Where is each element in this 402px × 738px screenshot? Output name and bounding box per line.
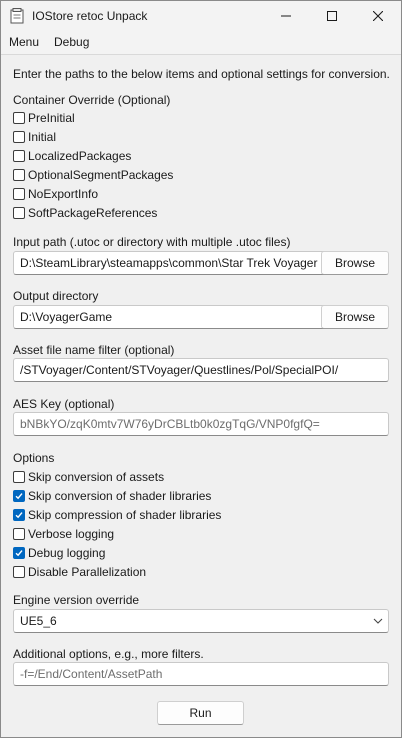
input-path-label: Input path (.utoc or directory with mult… [13,235,291,249]
checkbox-verbose-logging[interactable]: Verbose logging [13,526,114,542]
chevron-down-icon [373,618,383,624]
checkbox-box[interactable] [13,150,25,162]
checkbox-label: SoftPackageReferences [28,206,158,220]
checkbox-box[interactable] [13,490,25,502]
checkmark-icon [15,550,23,557]
maximize-button[interactable] [309,1,355,31]
checkbox-box[interactable] [13,547,25,559]
asset-filter-value: /STVoyager/Content/STVoyager/Questlines/… [20,363,339,377]
checkmark-icon [15,512,23,519]
input-path-value: D:\SteamLibrary\steamapps\common\Star Tr… [20,256,325,270]
checkbox-label: Verbose logging [28,527,115,541]
checkbox-skip-compression-shaders[interactable]: Skip compression of shader libraries [13,507,221,523]
checkbox-label: Skip conversion of assets [28,470,165,484]
main-panel: Enter the paths to the below items and o… [1,54,401,737]
output-dir-value: D:\VoyagerGame [20,310,113,324]
engine-version-label: Engine version override [13,593,140,607]
checkbox-preinitial[interactable]: PreInitial [13,110,75,126]
container-override-heading: Container Override (Optional) [13,93,171,107]
checkbox-skip-conversion-assets[interactable]: Skip conversion of assets [13,469,164,485]
checkbox-box[interactable] [13,207,25,219]
additional-options-label: Additional options, e.g., more filters. [13,647,204,661]
checkbox-box[interactable] [13,131,25,143]
close-button[interactable] [355,1,401,31]
intro-text: Enter the paths to the below items and o… [13,67,390,81]
checkbox-box[interactable] [13,169,25,181]
checkbox-box[interactable] [13,528,25,540]
checkbox-box[interactable] [13,566,25,578]
checkbox-label: OptionalSegmentPackages [28,168,174,182]
input-browse-button[interactable]: Browse [321,251,389,275]
output-dir-field[interactable]: D:\VoyagerGame [13,305,327,329]
checkmark-icon [15,493,23,500]
output-dir-label: Output directory [13,289,99,303]
checkbox-no-export-info[interactable]: NoExportInfo [13,186,98,202]
aes-key-placeholder: bNBkYO/zqK0mtv7W76yDrCBLtb0k0zgTqG/VNP0f… [20,417,320,431]
asset-filter-field[interactable]: /STVoyager/Content/STVoyager/Questlines/… [13,358,389,382]
maximize-icon [327,11,337,21]
aes-key-label: AES Key (optional) [13,397,115,411]
checkbox-label: Disable Parallelization [28,565,147,579]
checkbox-initial[interactable]: Initial [13,129,56,145]
app-window: IOStore retoc Unpack Menu Debug Enter th… [0,0,402,738]
checkbox-label: Skip compression of shader libraries [28,508,222,522]
menu-bar: Menu Debug [1,31,401,53]
output-browse-button[interactable]: Browse [321,305,389,329]
checkbox-box[interactable] [13,471,25,483]
aes-key-field[interactable]: bNBkYO/zqK0mtv7W76yDrCBLtb0k0zgTqG/VNP0f… [13,412,389,436]
menu-item-debug[interactable]: Debug [54,35,89,49]
engine-version-select[interactable]: UE5_6 [13,609,389,633]
additional-options-placeholder: -f=/End/Content/AssetPath [20,667,163,681]
run-button[interactable]: Run [157,701,244,725]
checkbox-disable-parallelization[interactable]: Disable Parallelization [13,564,146,580]
checkbox-label: Debug logging [28,546,106,560]
checkbox-label: Initial [28,130,57,144]
input-path-field[interactable]: D:\SteamLibrary\steamapps\common\Star Tr… [13,251,327,275]
asset-filter-label: Asset file name filter (optional) [13,343,175,357]
minimize-icon [281,15,291,17]
checkbox-box[interactable] [13,509,25,521]
checkbox-label: PreInitial [28,111,75,125]
engine-version-value: UE5_6 [20,614,57,628]
checkbox-debug-logging[interactable]: Debug logging [13,545,105,561]
checkbox-box[interactable] [13,188,25,200]
checkbox-skip-conversion-shaders[interactable]: Skip conversion of shader libraries [13,488,211,504]
app-icon [10,8,24,24]
checkbox-optional-segment-packages[interactable]: OptionalSegmentPackages [13,167,173,183]
checkbox-label: Skip conversion of shader libraries [28,489,212,503]
checkbox-label: LocalizedPackages [28,149,132,163]
close-icon [373,11,383,21]
checkbox-label: NoExportInfo [28,187,99,201]
title-bar[interactable]: IOStore retoc Unpack [1,1,401,31]
additional-options-field[interactable]: -f=/End/Content/AssetPath [13,662,389,686]
options-heading: Options [13,451,55,465]
minimize-button[interactable] [263,1,309,31]
checkbox-localized-packages[interactable]: LocalizedPackages [13,148,131,164]
checkbox-box[interactable] [13,112,25,124]
window-title: IOStore retoc Unpack [32,9,148,23]
menu-item-menu[interactable]: Menu [9,35,39,49]
checkbox-soft-package-references[interactable]: SoftPackageReferences [13,205,157,221]
